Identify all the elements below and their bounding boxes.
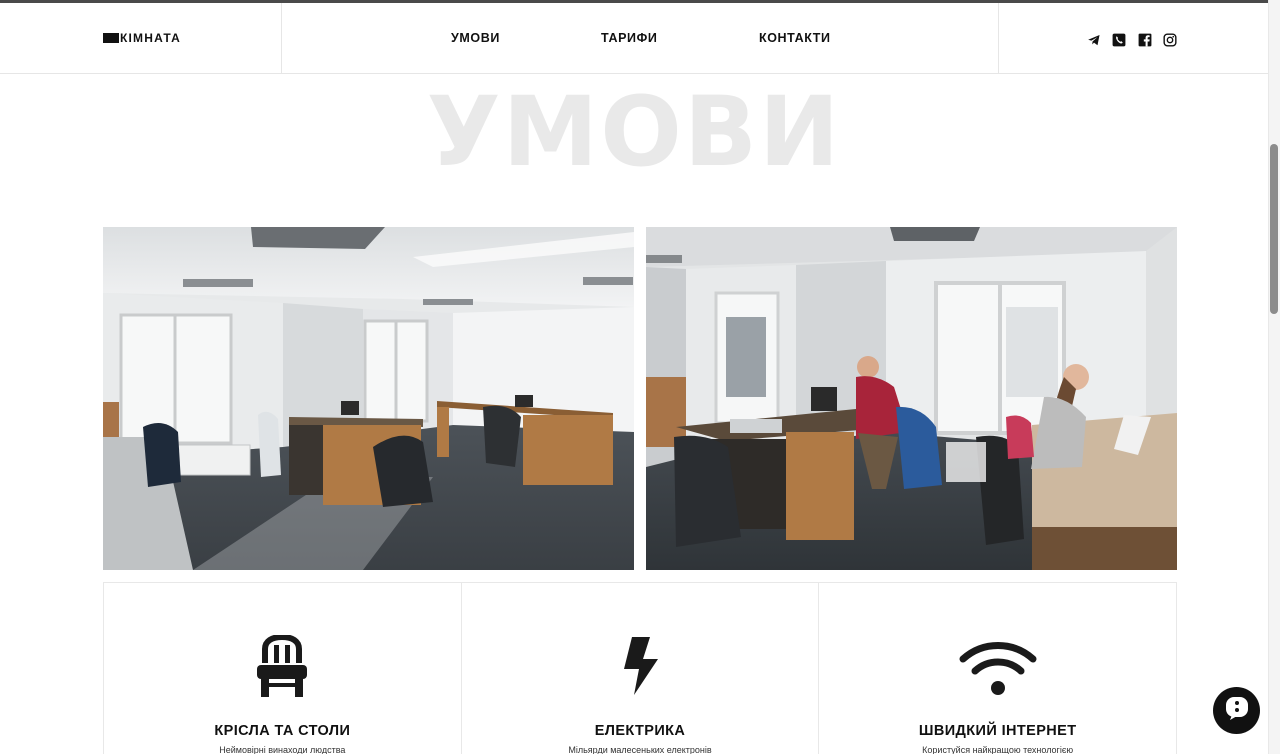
feature-title: КРІСЛА ТА СТОЛИ [214,723,351,739]
feature-title: ЕЛЕКТРИКА [594,723,686,739]
feature-card-internet: ШВИДКИЙ ІНТЕРНЕТ Користуйся найкращою те… [819,583,1176,754]
nav-link-tariffs[interactable]: ТАРИФИ [601,31,657,45]
feature-desc: Користуйся найкращою технологією [922,745,1074,754]
chair-icon [255,633,309,702]
logo[interactable]: КІМНАТА [103,32,181,44]
chat-icon [1224,695,1250,726]
nav-link-contacts[interactable]: КОНТАКТИ [759,31,831,45]
feature-desc: Неймовірні винаходи людства [219,745,346,754]
facebook-icon[interactable] [1138,33,1152,47]
phone-icon[interactable] [1112,33,1126,47]
feature-card-electricity: ЕЛЕКТРИКА Мільярди малесеньких електроні… [462,583,820,754]
nav-link-conditions[interactable]: УМОВИ [451,31,500,45]
feature-card-furniture: КРІСЛА ТА СТОЛИ Неймовірні винаходи людс… [104,583,462,754]
logo-text: КІМНАТА [120,31,182,45]
instagram-icon[interactable] [1163,33,1177,47]
header-right-cell [998,3,1268,74]
site-header: КІМНАТА УМОВИ ТАРИФИ КОНТАКТИ [0,3,1268,74]
office-photo-people [646,227,1177,570]
feature-title: ШВИДКИЙ ІНТЕРНЕТ [918,723,1077,739]
section-title-watermark: УМОВИ [426,76,842,188]
chat-widget-button[interactable] [1213,687,1260,734]
wifi-icon [959,639,1037,702]
scrollbar-track[interactable] [1268,0,1280,754]
logo-mark [103,33,119,43]
office-photo-empty [103,227,634,570]
lightning-icon [620,635,660,702]
features-grid: КРІСЛА ТА СТОЛИ Неймовірні винаходи людс… [103,582,1177,754]
telegram-icon[interactable] [1087,33,1101,47]
scrollbar-thumb[interactable] [1270,144,1278,314]
feature-desc: Мільярди малесеньких електронів [568,745,712,754]
